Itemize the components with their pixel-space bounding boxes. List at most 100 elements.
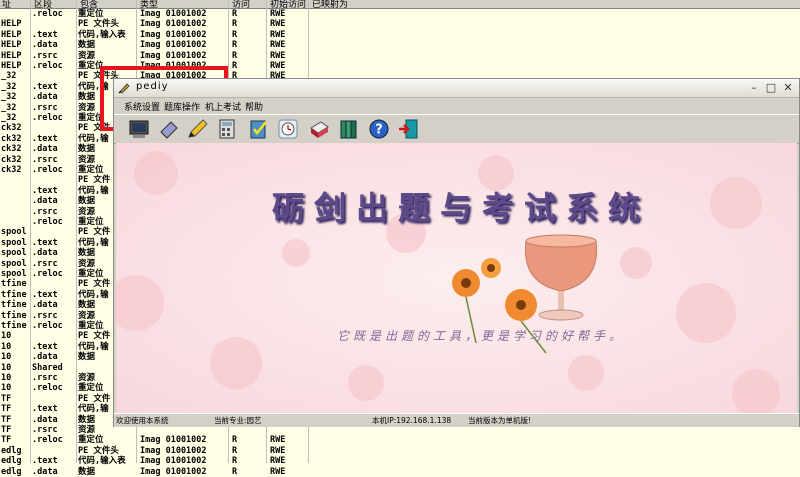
memory-map-row[interactable]: HELP .text 代码,输入表 Imag 01001002 R RWE <box>0 30 800 40</box>
splash-content: 砺剑出题与考试系统 它既是出题的工具，更是学习的好帮手。 <box>116 143 797 413</box>
memory-map-cell: 数据 <box>78 144 96 155</box>
memory-map-row[interactable]: edlg .data 数据 Imag 01001002 R RWE <box>0 467 800 477</box>
memory-map-cell: .reloc <box>32 383 63 394</box>
memory-map-row[interactable]: HELP PE 文件头 Imag 01001002 R RWE <box>0 19 800 29</box>
memory-map-cell: Imag 01001002 <box>140 435 207 446</box>
memory-map-cell: .reloc <box>32 9 63 19</box>
memory-map-cell: R <box>232 61 238 71</box>
memory-map-cell: 代码,输 <box>78 404 109 415</box>
memory-map-cell: 代码,输入表 <box>78 456 126 467</box>
memory-map-row[interactable]: HELP .data 数据 Imag 01001002 R RWE <box>0 40 800 50</box>
close-button[interactable]: ✕ <box>781 80 795 95</box>
memory-map-cell: .rsrc <box>32 425 58 435</box>
monitor-icon[interactable] <box>127 118 151 140</box>
checklist-icon[interactable] <box>247 118 271 140</box>
memory-map-cell: 代码,输 <box>78 185 109 196</box>
memory-map-cell: 资源 <box>78 102 96 113</box>
memory-map-cell: 重定位 <box>78 321 104 331</box>
memory-map-cell: HELP <box>1 19 22 30</box>
printer-icon[interactable] <box>307 118 331 140</box>
memory-map-cell: 数据 <box>78 196 96 207</box>
memory-map-row[interactable]: edlg .text 代码,输入表 Imag 01001002 R RWE <box>0 456 800 466</box>
memory-map-cell: Imag 01001002 <box>140 19 207 30</box>
memory-map-cell: PE 文件头 <box>78 445 119 456</box>
memory-map-cell: .rsrc <box>32 206 58 217</box>
memory-map-cell: .text <box>32 133 58 144</box>
memory-map-cell: .data <box>32 352 58 363</box>
menu-system-settings[interactable]: 系统设置 <box>124 100 160 113</box>
memory-map-cell: 资源 <box>78 425 96 435</box>
calculator-icon[interactable] <box>215 118 239 140</box>
minimize-button[interactable]: – <box>747 80 761 95</box>
memory-map-cell: Imag 01001002 <box>140 40 207 51</box>
memory-map-cell: 10 <box>1 362 12 373</box>
memory-map-cell: 代码,输 <box>78 133 109 144</box>
status-ip: 本机IP:192.168.1.138 <box>372 416 452 425</box>
memory-map-cell: 10 <box>1 352 12 363</box>
memory-map-cell: .data <box>32 196 58 207</box>
clock-icon[interactable] <box>276 118 300 140</box>
memory-map-cell: R <box>232 50 238 61</box>
memory-map-cell: 资源 <box>78 258 96 269</box>
memory-map-cell: .data <box>32 300 58 311</box>
memory-map-cell: 10 <box>1 341 12 352</box>
memory-map-cell: spool <box>1 237 27 248</box>
memory-map-cell: _32 <box>1 81 17 92</box>
memory-map-row[interactable]: .reloc 重定位 Imag 01001002 R RWE <box>0 9 800 19</box>
memory-map-cell: .data <box>32 248 58 259</box>
memory-map-cell: .reloc <box>32 113 63 123</box>
help-icon[interactable]: ? <box>367 118 391 140</box>
exit-door-icon[interactable] <box>397 118 421 140</box>
memory-map-cell: .rsrc <box>32 102 58 113</box>
memory-map-cell: .rsrc <box>32 258 58 269</box>
memory-map-cell: HELP <box>1 61 22 71</box>
memory-map-cell: .reloc <box>32 165 63 175</box>
memory-map-cell: .data <box>32 144 58 155</box>
books-icon[interactable] <box>337 118 361 140</box>
menu-online-exam[interactable]: 机上考试 <box>205 100 241 113</box>
pencil-icon[interactable] <box>186 118 210 140</box>
memory-map-cell: 数据 <box>78 466 96 477</box>
slogan-text: 它既是出题的工具，更是学习的好帮手。 <box>336 329 625 343</box>
title-bar[interactable]: pediy – □ ✕ <box>114 79 799 98</box>
memory-map-cell: .rsrc <box>32 310 58 321</box>
memory-map-cell: 10 <box>1 383 12 394</box>
app-window: pediy – □ ✕ 系统设置 题库操作 机上考试 帮助 ? 砺剑出题与考试系… <box>113 78 800 427</box>
memory-map-row[interactable]: edlg PE 文件头 Imag 01001002 R RWE <box>0 446 800 456</box>
memory-map-cell: HELP <box>1 50 22 61</box>
memory-map-cell: 数据 <box>78 92 96 103</box>
memory-map-cell: TF <box>1 404 12 415</box>
memory-map-cell: _32 <box>1 102 17 113</box>
memory-map-cell: .reloc <box>32 61 63 71</box>
memory-map-cell: tfine <box>1 321 27 331</box>
memory-map-cell: edlg <box>1 456 22 467</box>
memory-map-cell: 代码,输入表 <box>78 29 126 40</box>
memory-map-cell: PE 文件 <box>78 279 111 290</box>
memory-map-cell: 重定位 <box>78 383 104 394</box>
memory-map-cell: _32 <box>1 71 17 82</box>
memory-map-cell: 重定位 <box>78 165 104 175</box>
memory-map-cell: _32 <box>1 113 17 123</box>
memory-map-cell: TF <box>1 425 12 435</box>
menu-question-bank[interactable]: 题库操作 <box>164 100 200 113</box>
memory-map-cell: 10 <box>1 331 12 342</box>
memory-map-cell: Imag 01001002 <box>140 9 207 19</box>
memory-map-cell: 资源 <box>78 310 96 321</box>
memory-map-cell: R <box>232 19 238 30</box>
memory-map-cell: PE 文件 <box>78 331 111 342</box>
memory-map-cell: .text <box>32 185 58 196</box>
maximize-button[interactable]: □ <box>764 80 778 95</box>
toolbar: ? <box>114 114 799 144</box>
memory-map-row[interactable]: HELP .rsrc 资源 Imag 01001002 R RWE <box>0 51 800 61</box>
memory-map-cell: Imag 01001002 <box>140 466 207 477</box>
memory-map-cell: Shared <box>32 362 63 373</box>
eraser-icon[interactable] <box>157 118 181 140</box>
memory-map-cell: ck32 <box>1 165 22 175</box>
memory-map-cell: _32 <box>1 92 17 103</box>
svg-text:?: ? <box>375 123 383 138</box>
memory-map-row[interactable]: TF .reloc 重定位 Imag 01001002 R RWE <box>0 435 800 445</box>
menu-help[interactable]: 帮助 <box>245 100 263 113</box>
memory-map-cell: .text <box>32 341 58 352</box>
memory-map-cell: 代码,输 <box>78 289 109 300</box>
memory-map-cell: R <box>232 29 238 40</box>
